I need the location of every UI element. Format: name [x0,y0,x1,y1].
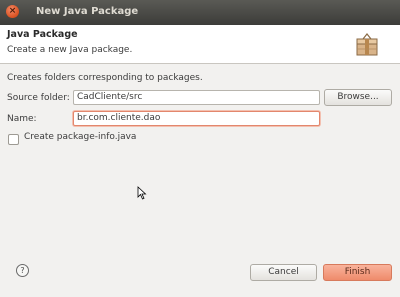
finish-button[interactable]: Finish [323,264,392,281]
page-title: Java Package [7,29,78,40]
dialog-window: × New Java Package Java Package Create a… [0,0,400,297]
close-icon[interactable]: × [6,5,19,18]
info-text: Creates folders corresponding to package… [7,73,203,83]
browse-button[interactable]: Browse... [324,89,392,106]
help-icon[interactable]: ? [16,264,29,277]
name-input[interactable]: br.com.cliente.dao [73,111,320,126]
source-folder-label: Source folder: [7,93,70,103]
package-icon [356,33,378,56]
package-info-checkbox-label[interactable]: Create package-info.java [24,132,136,142]
page-description: Create a new Java package. [7,45,133,55]
package-info-checkbox[interactable] [8,134,19,145]
wizard-header: Java Package Create a new Java package. [0,25,400,64]
title-bar[interactable]: × New Java Package [0,0,400,25]
window-title: New Java Package [36,6,139,17]
cancel-button[interactable]: Cancel [250,264,317,281]
mouse-cursor-icon [137,186,147,200]
name-label: Name: [7,114,37,124]
source-folder-input[interactable]: CadCliente/src [73,90,320,105]
